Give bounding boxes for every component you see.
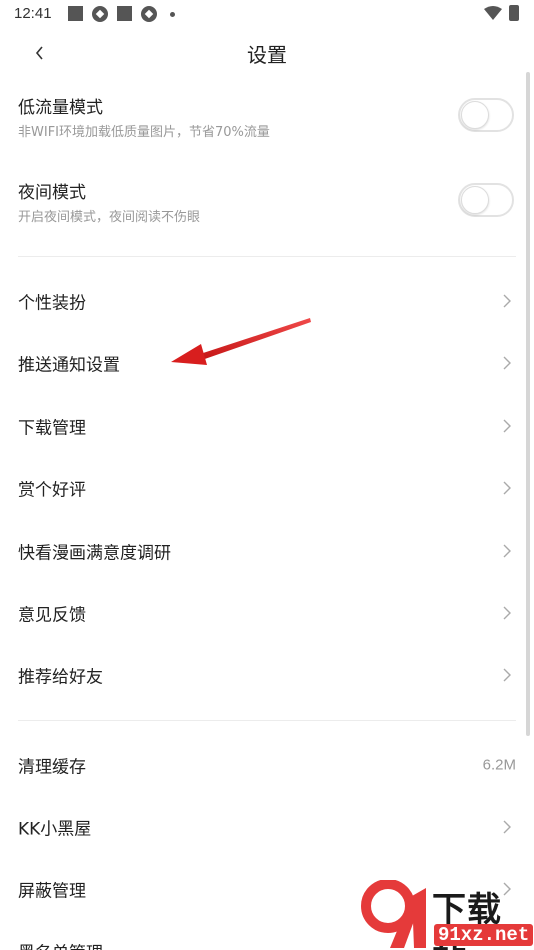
low-data-mode-row: 低流量模式 非WIFI环境加载低质量图片，节省70%流量 bbox=[0, 93, 534, 173]
menu-item-recommend-friends[interactable]: 推荐给好友 bbox=[0, 644, 534, 706]
menu-item-label: 赏个好评 bbox=[18, 480, 86, 501]
menu-item-personal-style[interactable]: 个性装扮 bbox=[0, 270, 534, 332]
toggle-subtitle: 非WIFI环境加载低质量图片，节省70%流量 bbox=[18, 125, 270, 140]
chevron-right-icon bbox=[502, 820, 512, 834]
cache-size-value: 6.2M bbox=[482, 756, 516, 774]
more-notifications-icon bbox=[170, 12, 175, 17]
menu-item-clear-cache[interactable]: 清理缓存 6.2M bbox=[0, 734, 534, 796]
chevron-right-icon bbox=[502, 544, 512, 558]
header: 设置 bbox=[0, 28, 534, 76]
section-divider bbox=[18, 720, 516, 721]
menu-item-label: 清理缓存 bbox=[18, 757, 86, 778]
chevron-right-icon bbox=[502, 481, 512, 495]
menu-item-satisfaction-survey[interactable]: 快看漫画满意度调研 bbox=[0, 520, 534, 582]
menu-item-label: 推荐给好友 bbox=[18, 667, 103, 688]
low-data-mode-switch[interactable] bbox=[458, 98, 514, 132]
notification-icon bbox=[117, 6, 132, 21]
menu-item-rate-app[interactable]: 赏个好评 bbox=[0, 457, 534, 519]
switch-knob bbox=[461, 186, 489, 214]
page-title: 设置 bbox=[247, 43, 287, 67]
section-divider bbox=[18, 256, 516, 257]
watermark-logo: 下载站 91xz.net bbox=[360, 880, 534, 950]
menu-item-feedback[interactable]: 意见反馈 bbox=[0, 582, 534, 644]
menu-item-push-notification[interactable]: 推送通知设置 bbox=[0, 332, 534, 394]
menu-item-label: 屏蔽管理 bbox=[18, 881, 86, 902]
menu-item-label: 下载管理 bbox=[18, 418, 86, 439]
toggle-subtitle: 开启夜间模式，夜间阅读不伤眼 bbox=[18, 210, 201, 225]
night-mode-row: 夜间模式 开启夜间模式，夜间阅读不伤眼 bbox=[0, 178, 534, 258]
status-time: 12:41 bbox=[14, 5, 52, 22]
chevron-right-icon bbox=[502, 356, 512, 370]
watermark-mark-icon bbox=[361, 880, 426, 948]
watermark-url: 91xz.net bbox=[434, 924, 534, 946]
status-bar: 12:41 bbox=[0, 0, 534, 28]
menu-item-label: 推送通知设置 bbox=[18, 355, 120, 376]
switch-knob bbox=[461, 101, 489, 129]
menu-item-label: KK小黑屋 bbox=[18, 819, 92, 840]
menu-item-label: 个性装扮 bbox=[18, 293, 86, 314]
chevron-right-icon bbox=[502, 606, 512, 620]
toggle-title: 夜间模式 bbox=[18, 183, 86, 203]
chevron-right-icon bbox=[502, 668, 512, 682]
wifi-icon bbox=[484, 6, 502, 20]
night-mode-switch[interactable] bbox=[458, 183, 514, 217]
app-notification-icon bbox=[141, 6, 157, 22]
app-notification-icon bbox=[92, 6, 108, 22]
battery-icon bbox=[509, 5, 519, 21]
toggle-title: 低流量模式 bbox=[18, 98, 103, 118]
chevron-right-icon bbox=[502, 419, 512, 433]
notification-icon bbox=[68, 6, 83, 21]
menu-item-label: 黑名单管理 bbox=[18, 939, 103, 950]
menu-item-kk-blackroom[interactable]: KK小黑屋 bbox=[0, 796, 534, 858]
chevron-right-icon bbox=[502, 294, 512, 308]
menu-item-label: 快看漫画满意度调研 bbox=[18, 543, 171, 564]
menu-item-download-manager[interactable]: 下载管理 bbox=[0, 395, 534, 457]
menu-item-label: 意见反馈 bbox=[18, 605, 86, 626]
